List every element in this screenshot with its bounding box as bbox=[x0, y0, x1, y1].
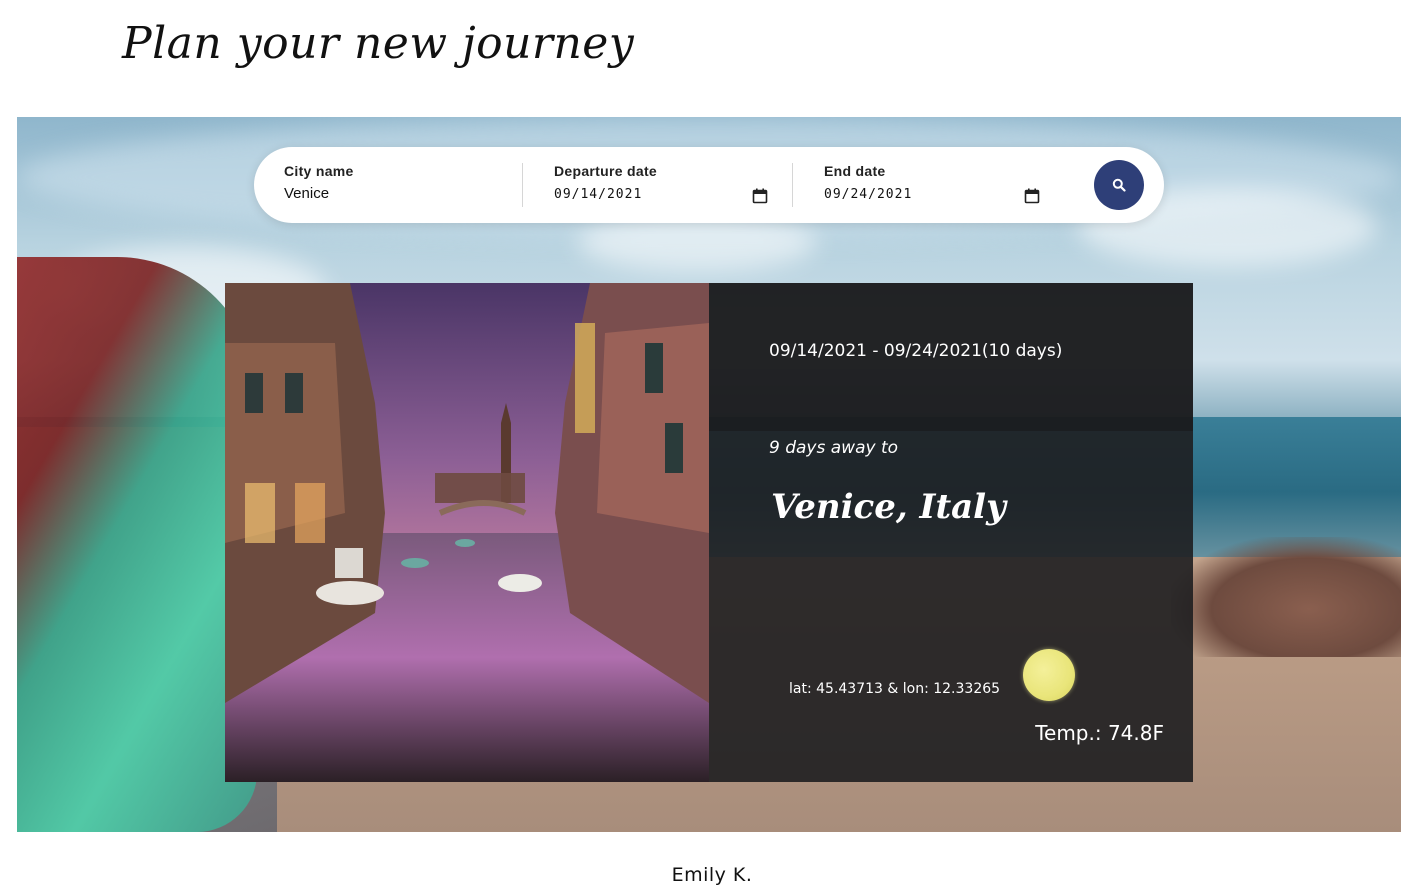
trip-dates: 09/14/2021 - 09/24/2021(10 days) bbox=[769, 341, 1063, 361]
search-icon bbox=[1112, 178, 1126, 192]
destination-name: Venice, Italy bbox=[771, 487, 1006, 527]
destination-photo bbox=[225, 283, 709, 782]
departure-label: Departure date bbox=[554, 163, 658, 179]
field-divider bbox=[792, 163, 793, 207]
city-label: City name bbox=[284, 163, 354, 179]
page-title: Plan your new journey bbox=[122, 18, 635, 69]
end-date-input[interactable]: 09/24/2021 bbox=[824, 187, 1039, 202]
venice-canal-image bbox=[225, 283, 709, 782]
end-field[interactable]: End date 09/24/2021 bbox=[824, 163, 1039, 202]
search-bar: City name Venice Departure date 09/14/20… bbox=[254, 147, 1164, 223]
city-input[interactable]: Venice bbox=[284, 185, 514, 202]
city-field[interactable]: City name Venice bbox=[284, 163, 514, 202]
sun-icon bbox=[1023, 649, 1075, 701]
footer-author: Emily K. bbox=[671, 864, 753, 886]
calendar-icon[interactable] bbox=[752, 188, 768, 204]
departure-field[interactable]: Departure date 09/14/2021 bbox=[554, 163, 769, 202]
temperature-text: Temp.: 74.8F bbox=[1035, 721, 1164, 745]
trip-info-panel: 09/14/2021 - 09/24/2021(10 days) 9 days … bbox=[709, 283, 1193, 782]
end-label: End date bbox=[824, 163, 886, 179]
field-divider bbox=[522, 163, 523, 207]
calendar-icon[interactable] bbox=[1024, 188, 1040, 204]
trip-result-card: 09/14/2021 - 09/24/2021(10 days) 9 days … bbox=[225, 283, 1193, 782]
days-away-text: 9 days away to bbox=[769, 438, 899, 458]
search-button[interactable] bbox=[1094, 160, 1144, 210]
departure-date-input[interactable]: 09/14/2021 bbox=[554, 187, 769, 202]
coordinates-text: lat: 45.43713 & lon: 12.33265 bbox=[789, 681, 1001, 697]
